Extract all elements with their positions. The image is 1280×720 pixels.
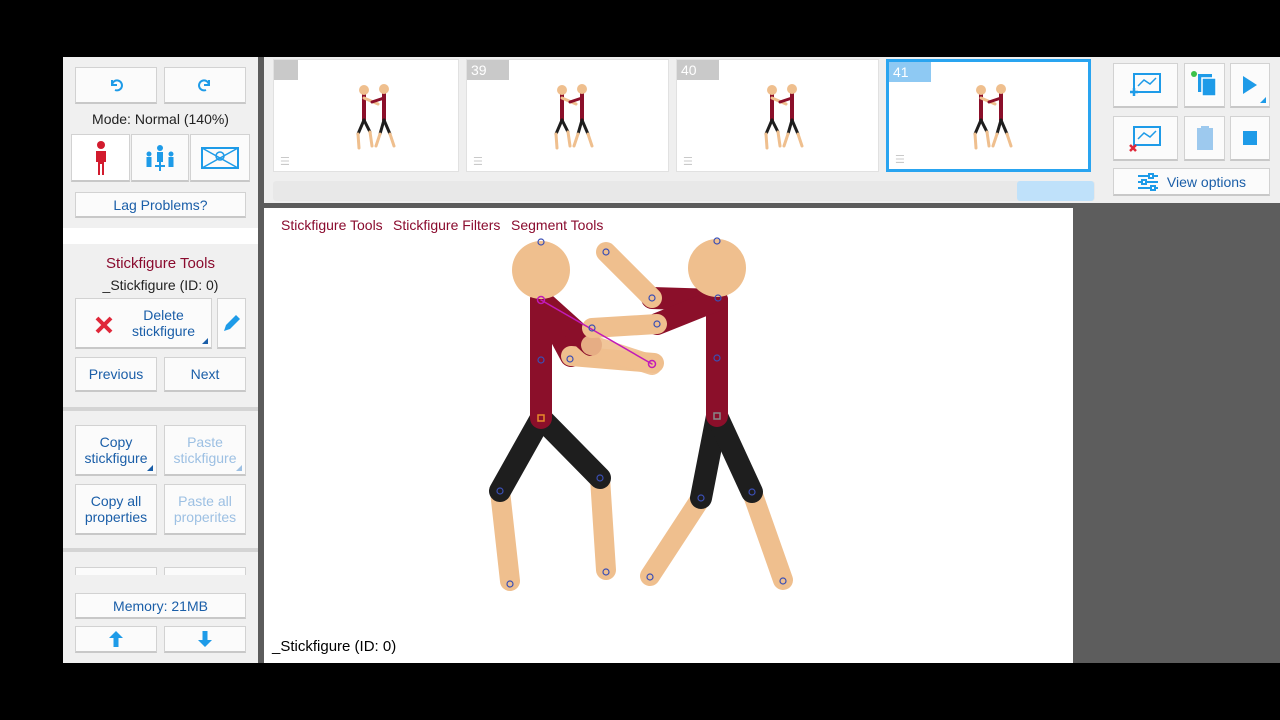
copy-frame-button[interactable]: [1184, 63, 1225, 108]
figure1-head: [512, 241, 570, 299]
undo-icon: [111, 79, 123, 92]
sliders-icon: [1137, 172, 1158, 191]
lag-problems-button[interactable]: Lag Problems?: [75, 192, 246, 218]
figure1-left-lower-leg: [490, 481, 520, 591]
timeline-scroll-thumb[interactable]: [1017, 181, 1094, 201]
delete-frame-button[interactable]: [1113, 116, 1178, 161]
paste-stickfigure-button[interactable]: Paste stickfigure: [164, 425, 246, 476]
frame-thumbnail: [554, 84, 594, 150]
divider: [63, 228, 258, 244]
copy-all-properties-button[interactable]: Copy all properties: [75, 484, 157, 535]
group-icon: [146, 144, 174, 171]
dropdown-corner: [236, 465, 242, 471]
copy-all-properties-label: Copy all properties: [84, 493, 148, 525]
scene-mode-button[interactable]: [190, 134, 250, 182]
redo-icon: [198, 79, 210, 92]
frame-number: [274, 60, 298, 80]
pencil-icon: [223, 315, 240, 331]
frame-options-icon: ☰: [683, 156, 693, 168]
figure2-left-lower-leg: [640, 488, 711, 586]
paste-frame-button[interactable]: [1184, 116, 1225, 161]
move-down-button[interactable]: [164, 626, 246, 653]
timeline-frame-38[interactable]: ☰: [273, 59, 459, 172]
partial-button[interactable]: [164, 567, 246, 575]
frame-number: 40: [677, 60, 719, 80]
copy-icon: [1190, 71, 1217, 97]
figure2-right-upper-leg: [706, 405, 763, 503]
stop-icon: [1243, 131, 1257, 145]
frame-options-icon: ☰: [895, 154, 905, 166]
menu-segment-tools[interactable]: Segment Tools: [511, 217, 603, 233]
undo-button[interactable]: [75, 67, 157, 104]
selected-figure-label: _Stickfigure (ID: 0): [102, 277, 219, 293]
arrow-down-icon: [198, 631, 212, 647]
timeline-frame-39[interactable]: 39 ☰: [466, 59, 669, 172]
group-mode-button[interactable]: [131, 134, 189, 182]
delete-x-icon: [95, 316, 113, 334]
delete-frame-icon: [1128, 126, 1161, 152]
paste-all-properties-button[interactable]: Paste all properites: [164, 484, 246, 535]
add-frame-icon: [1129, 73, 1161, 96]
paste-icon: [1196, 126, 1213, 150]
divider: [63, 407, 258, 411]
divider: [63, 548, 258, 552]
panel-footer: [63, 575, 258, 585]
delete-stickfigure-button[interactable]: Delete stickfigure: [75, 298, 212, 349]
redo-button[interactable]: [164, 67, 246, 104]
partial-button[interactable]: [75, 567, 157, 575]
figure1-left-upper-leg: [489, 407, 552, 502]
frame-thumbnail: [973, 84, 1013, 150]
view-options-label: View options: [1166, 173, 1247, 190]
figure2-head: [688, 239, 746, 297]
timeline-scrollbar[interactable]: [273, 181, 1095, 201]
stickfigure-mode-button[interactable]: [71, 134, 130, 182]
paste-all-properties-label: Paste all properites: [173, 493, 237, 525]
edit-stickfigure-button[interactable]: [217, 298, 246, 349]
stickfigure-tools-title: Stickfigure Tools: [106, 255, 215, 272]
frame-number: 39: [467, 60, 509, 80]
move-up-button[interactable]: [75, 626, 157, 653]
dropdown-corner: [1260, 97, 1266, 103]
view-options-button[interactable]: View options: [1113, 168, 1270, 196]
figure2-right-lower-leg: [742, 482, 793, 590]
frame-options-icon: ☰: [473, 156, 483, 168]
paste-stickfigure-label: Paste stickfigure: [173, 434, 237, 466]
play-icon: [1243, 76, 1257, 94]
menu-stickfigure-filters[interactable]: Stickfigure Filters: [393, 217, 500, 233]
previous-button[interactable]: Previous: [75, 357, 157, 392]
copy-stickfigure-button[interactable]: Copy stickfigure: [75, 425, 157, 476]
frame-thumbnail: [356, 84, 396, 150]
figure2-back-forearm: [596, 242, 662, 308]
canvas-status-label: _Stickfigure (ID: 0): [272, 638, 397, 655]
figure2-front-forearm: [582, 314, 667, 338]
dropdown-corner: [147, 465, 153, 471]
delete-stickfigure-label: Delete stickfigure: [131, 307, 196, 339]
arrow-up-icon: [109, 631, 123, 647]
timeline-frame-40[interactable]: 40 ☰: [676, 59, 879, 172]
animation-canvas[interactable]: [264, 208, 1073, 663]
play-button[interactable]: [1230, 63, 1270, 108]
scene-icon: [201, 146, 239, 169]
figure1-right-upper-leg: [530, 407, 611, 489]
mode-label: Mode: Normal (140%): [92, 111, 229, 127]
stickfigure-scene: [489, 237, 793, 591]
stop-button[interactable]: [1230, 116, 1270, 161]
stickfigure-red-icon: [95, 140, 106, 175]
menu-stickfigure-tools[interactable]: Stickfigure Tools: [281, 217, 383, 233]
dropdown-corner: [202, 338, 208, 344]
copy-stickfigure-label: Copy stickfigure: [84, 434, 148, 466]
frame-thumbnail: [764, 84, 804, 150]
frame-number: 41: [889, 62, 931, 82]
next-button[interactable]: Next: [164, 357, 246, 392]
workspace-background: [1073, 203, 1280, 663]
add-frame-button[interactable]: [1113, 63, 1178, 108]
figure1-right-lower-leg: [590, 468, 616, 580]
frame-options-icon: ☰: [280, 156, 290, 168]
memory-button[interactable]: Memory: 21MB: [75, 593, 246, 619]
timeline-frame-41[interactable]: 41 ☰: [886, 59, 1091, 172]
